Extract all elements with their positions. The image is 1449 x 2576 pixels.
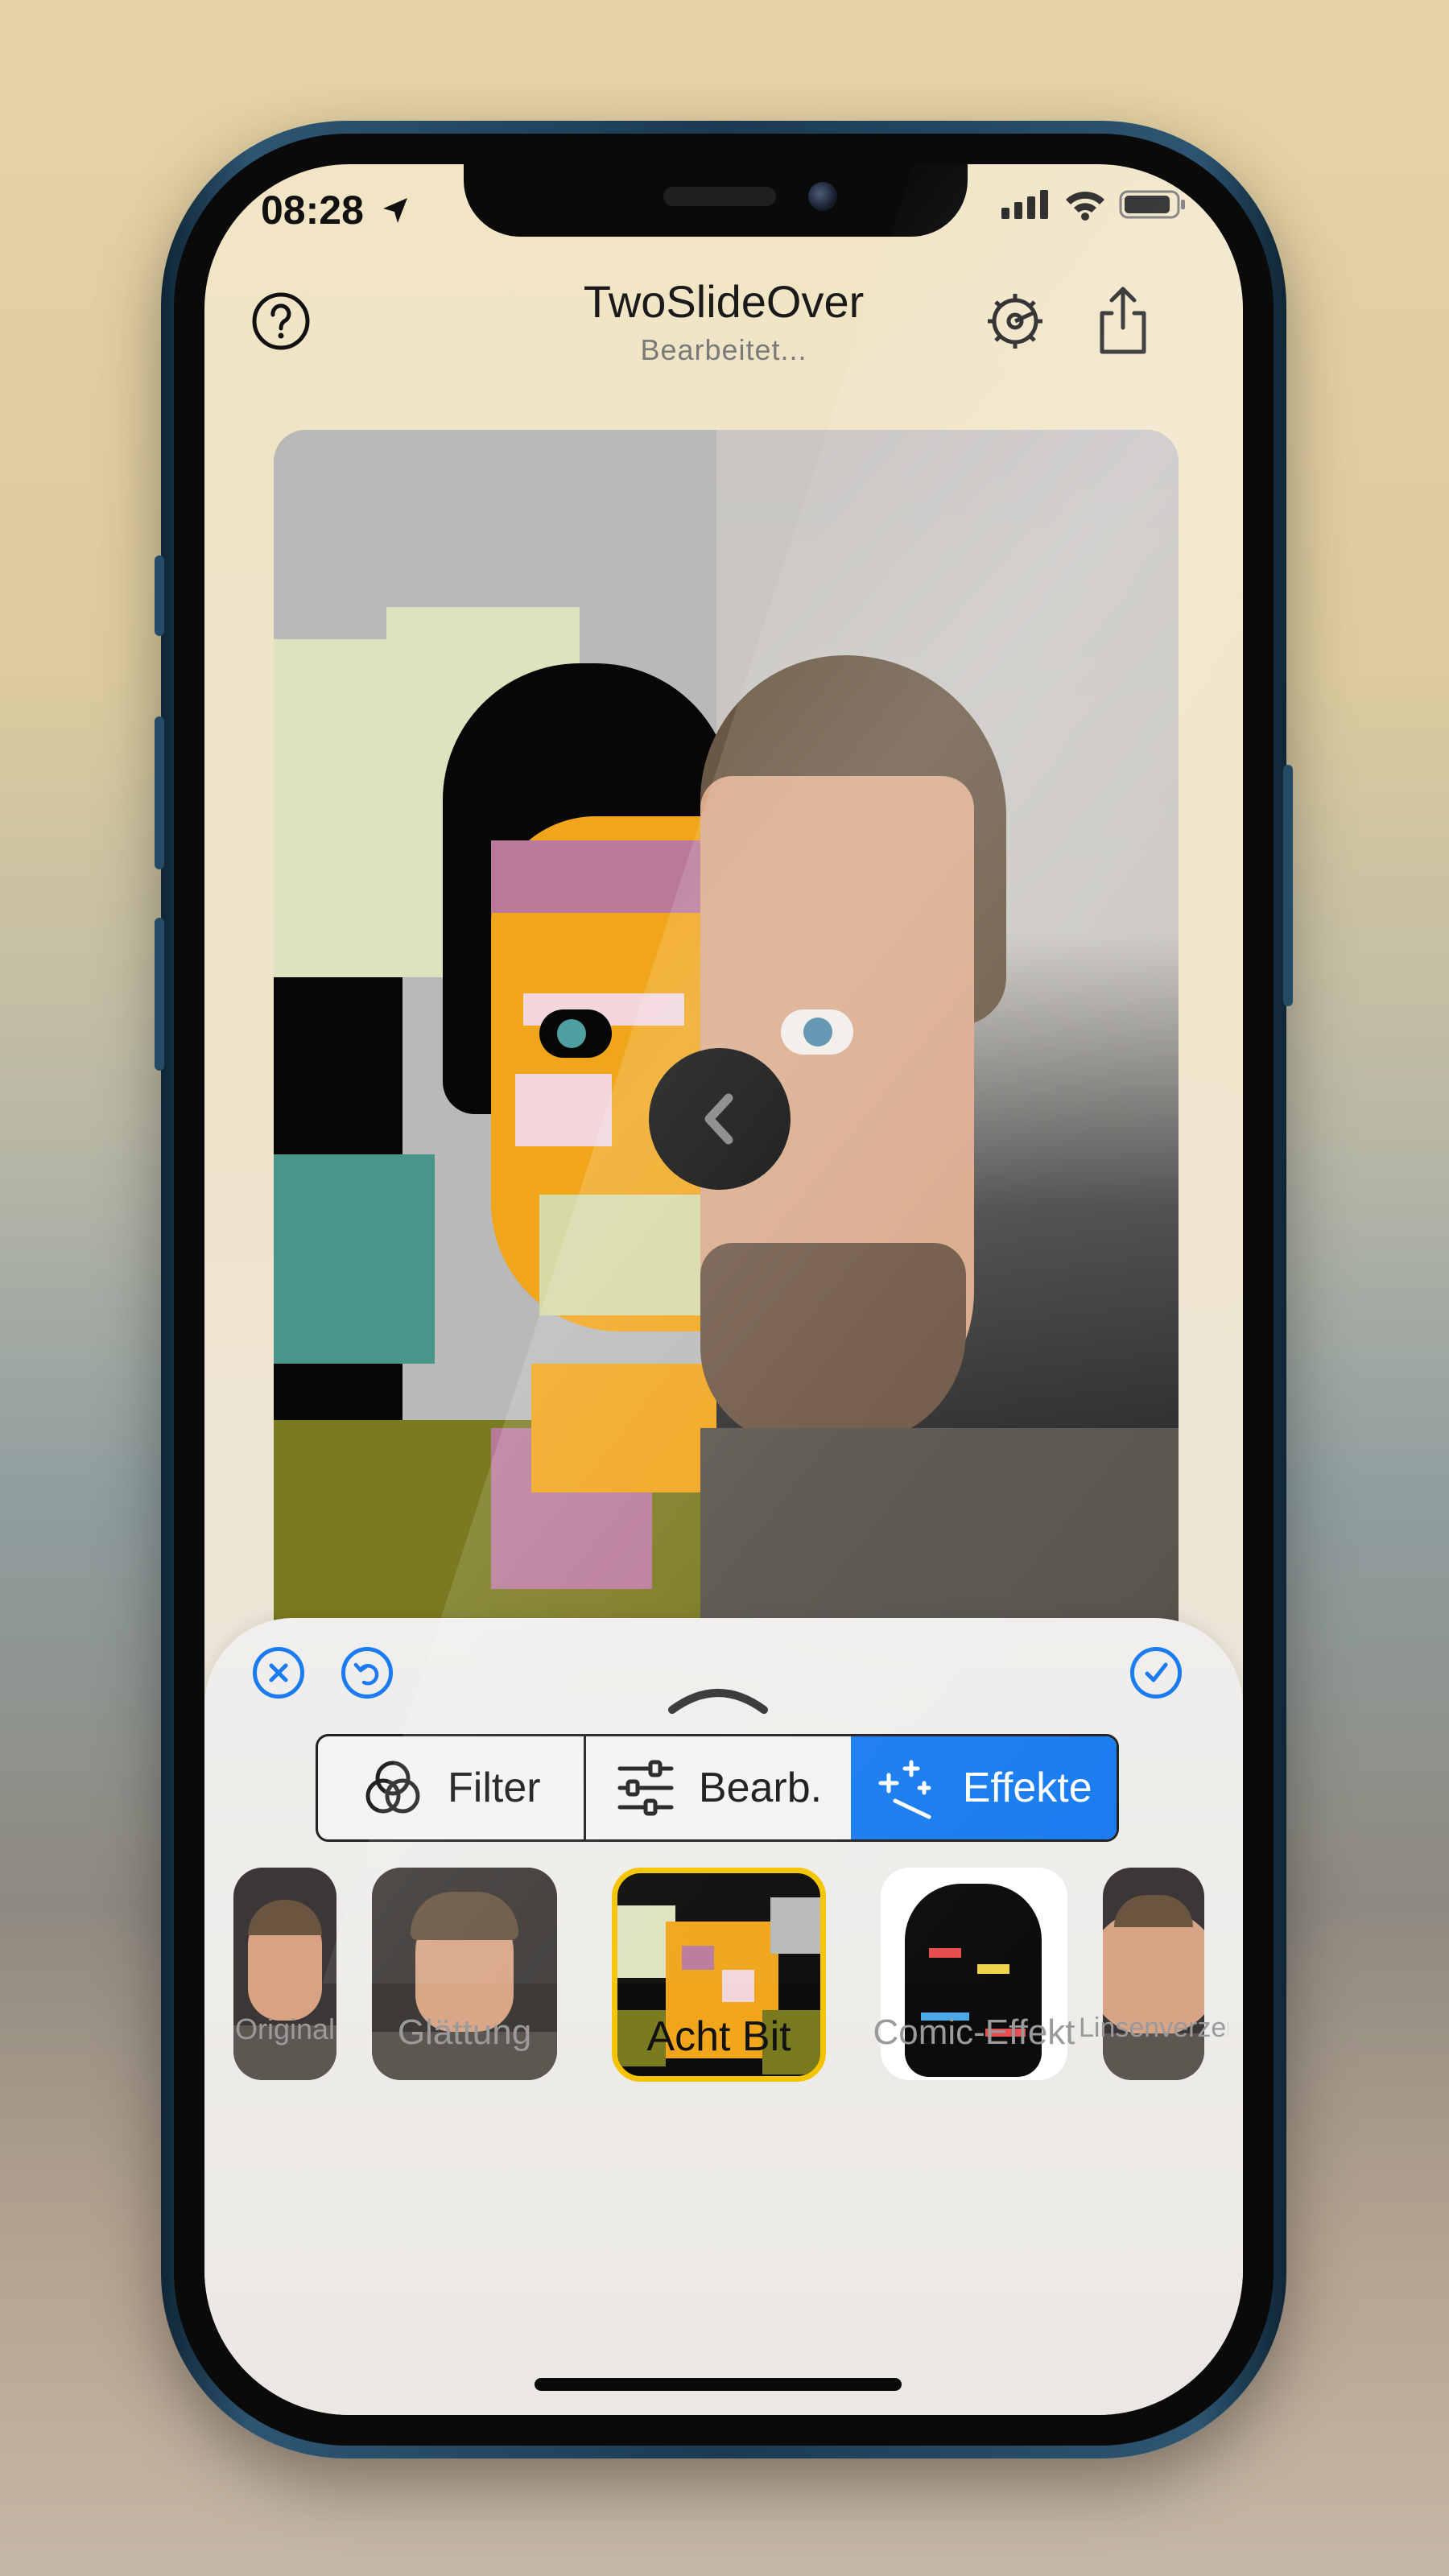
sliders-icon bbox=[617, 1760, 674, 1816]
phone-frame: 08:28 TwoSlideOver Bearbeitet... Filter … bbox=[155, 121, 1293, 2458]
cellular-signal-icon bbox=[1001, 190, 1048, 219]
settings-button[interactable] bbox=[979, 285, 1051, 357]
phone-bezel: 08:28 TwoSlideOver Bearbeitet... Filter … bbox=[174, 134, 1274, 2446]
magic-wand-icon bbox=[878, 1760, 931, 1819]
effect-label-glaettung: Glättung bbox=[397, 2013, 532, 2052]
tab-effekte-label: Effekte bbox=[962, 1765, 1092, 1811]
effect-label-linsenverzerrung: Linsenverzerrung bbox=[1079, 2013, 1228, 2043]
home-indicator bbox=[535, 2378, 902, 2391]
tab-bearb[interactable]: Bearb. bbox=[583, 1736, 852, 1839]
eight-bit-preview-half bbox=[274, 430, 733, 1686]
undo-circle-icon bbox=[353, 1662, 379, 1686]
front-camera bbox=[808, 182, 837, 211]
effect-thumb-original[interactable] bbox=[233, 1868, 336, 2080]
wifi-icon bbox=[1066, 192, 1104, 221]
share-button[interactable] bbox=[1087, 282, 1159, 359]
edit-panel: Filter Bearb. Effekte Original Glättung … bbox=[204, 1618, 1243, 2415]
tab-filter-label: Filter bbox=[448, 1765, 541, 1811]
gear-icon bbox=[988, 294, 1042, 349]
phone-screen: 08:28 TwoSlideOver Bearbeitet... Filter … bbox=[204, 164, 1243, 2415]
mode-segmented-control: Filter Bearb. Effekte bbox=[316, 1734, 1119, 1842]
status-icons bbox=[1001, 188, 1187, 221]
status-time: 08:28 bbox=[261, 187, 412, 233]
location-arrow-icon bbox=[382, 198, 407, 223]
original-photo-half bbox=[700, 430, 1179, 1686]
chevron-up-icon bbox=[668, 1689, 768, 1714]
tab-bearb-label: Bearb. bbox=[698, 1765, 823, 1811]
collapse-panel-handle[interactable] bbox=[654, 1674, 782, 1723]
effect-label-comic: Comic-Effekt bbox=[873, 2013, 1075, 2052]
checkmark-circle-icon bbox=[1145, 1662, 1168, 1682]
volume-up-button bbox=[155, 555, 164, 636]
undo-button[interactable] bbox=[341, 1647, 393, 1699]
compare-slider-handle[interactable] bbox=[649, 1048, 791, 1190]
chevron-left-icon bbox=[704, 1093, 733, 1145]
overlapping-circles-icon bbox=[365, 1761, 420, 1814]
battery-icon bbox=[1119, 190, 1185, 219]
effect-thumb-linsenverzerrung[interactable] bbox=[1103, 1868, 1204, 2080]
tab-effekte[interactable]: Effekte bbox=[851, 1736, 1117, 1839]
volume-up-button-2 bbox=[155, 716, 164, 869]
cancel-button[interactable] bbox=[253, 1647, 304, 1699]
speaker bbox=[663, 187, 776, 206]
xmark-circle-icon bbox=[269, 1663, 288, 1682]
confirm-button[interactable] bbox=[1130, 1647, 1182, 1699]
notch bbox=[464, 164, 968, 237]
volume-down-button bbox=[155, 918, 164, 1071]
power-button bbox=[1283, 765, 1293, 1006]
tab-filter[interactable]: Filter bbox=[318, 1736, 584, 1839]
share-icon bbox=[1100, 287, 1146, 354]
effect-label-acht-bit: Acht Bit bbox=[646, 2013, 791, 2060]
effect-label-original: Original bbox=[234, 2013, 336, 2046]
